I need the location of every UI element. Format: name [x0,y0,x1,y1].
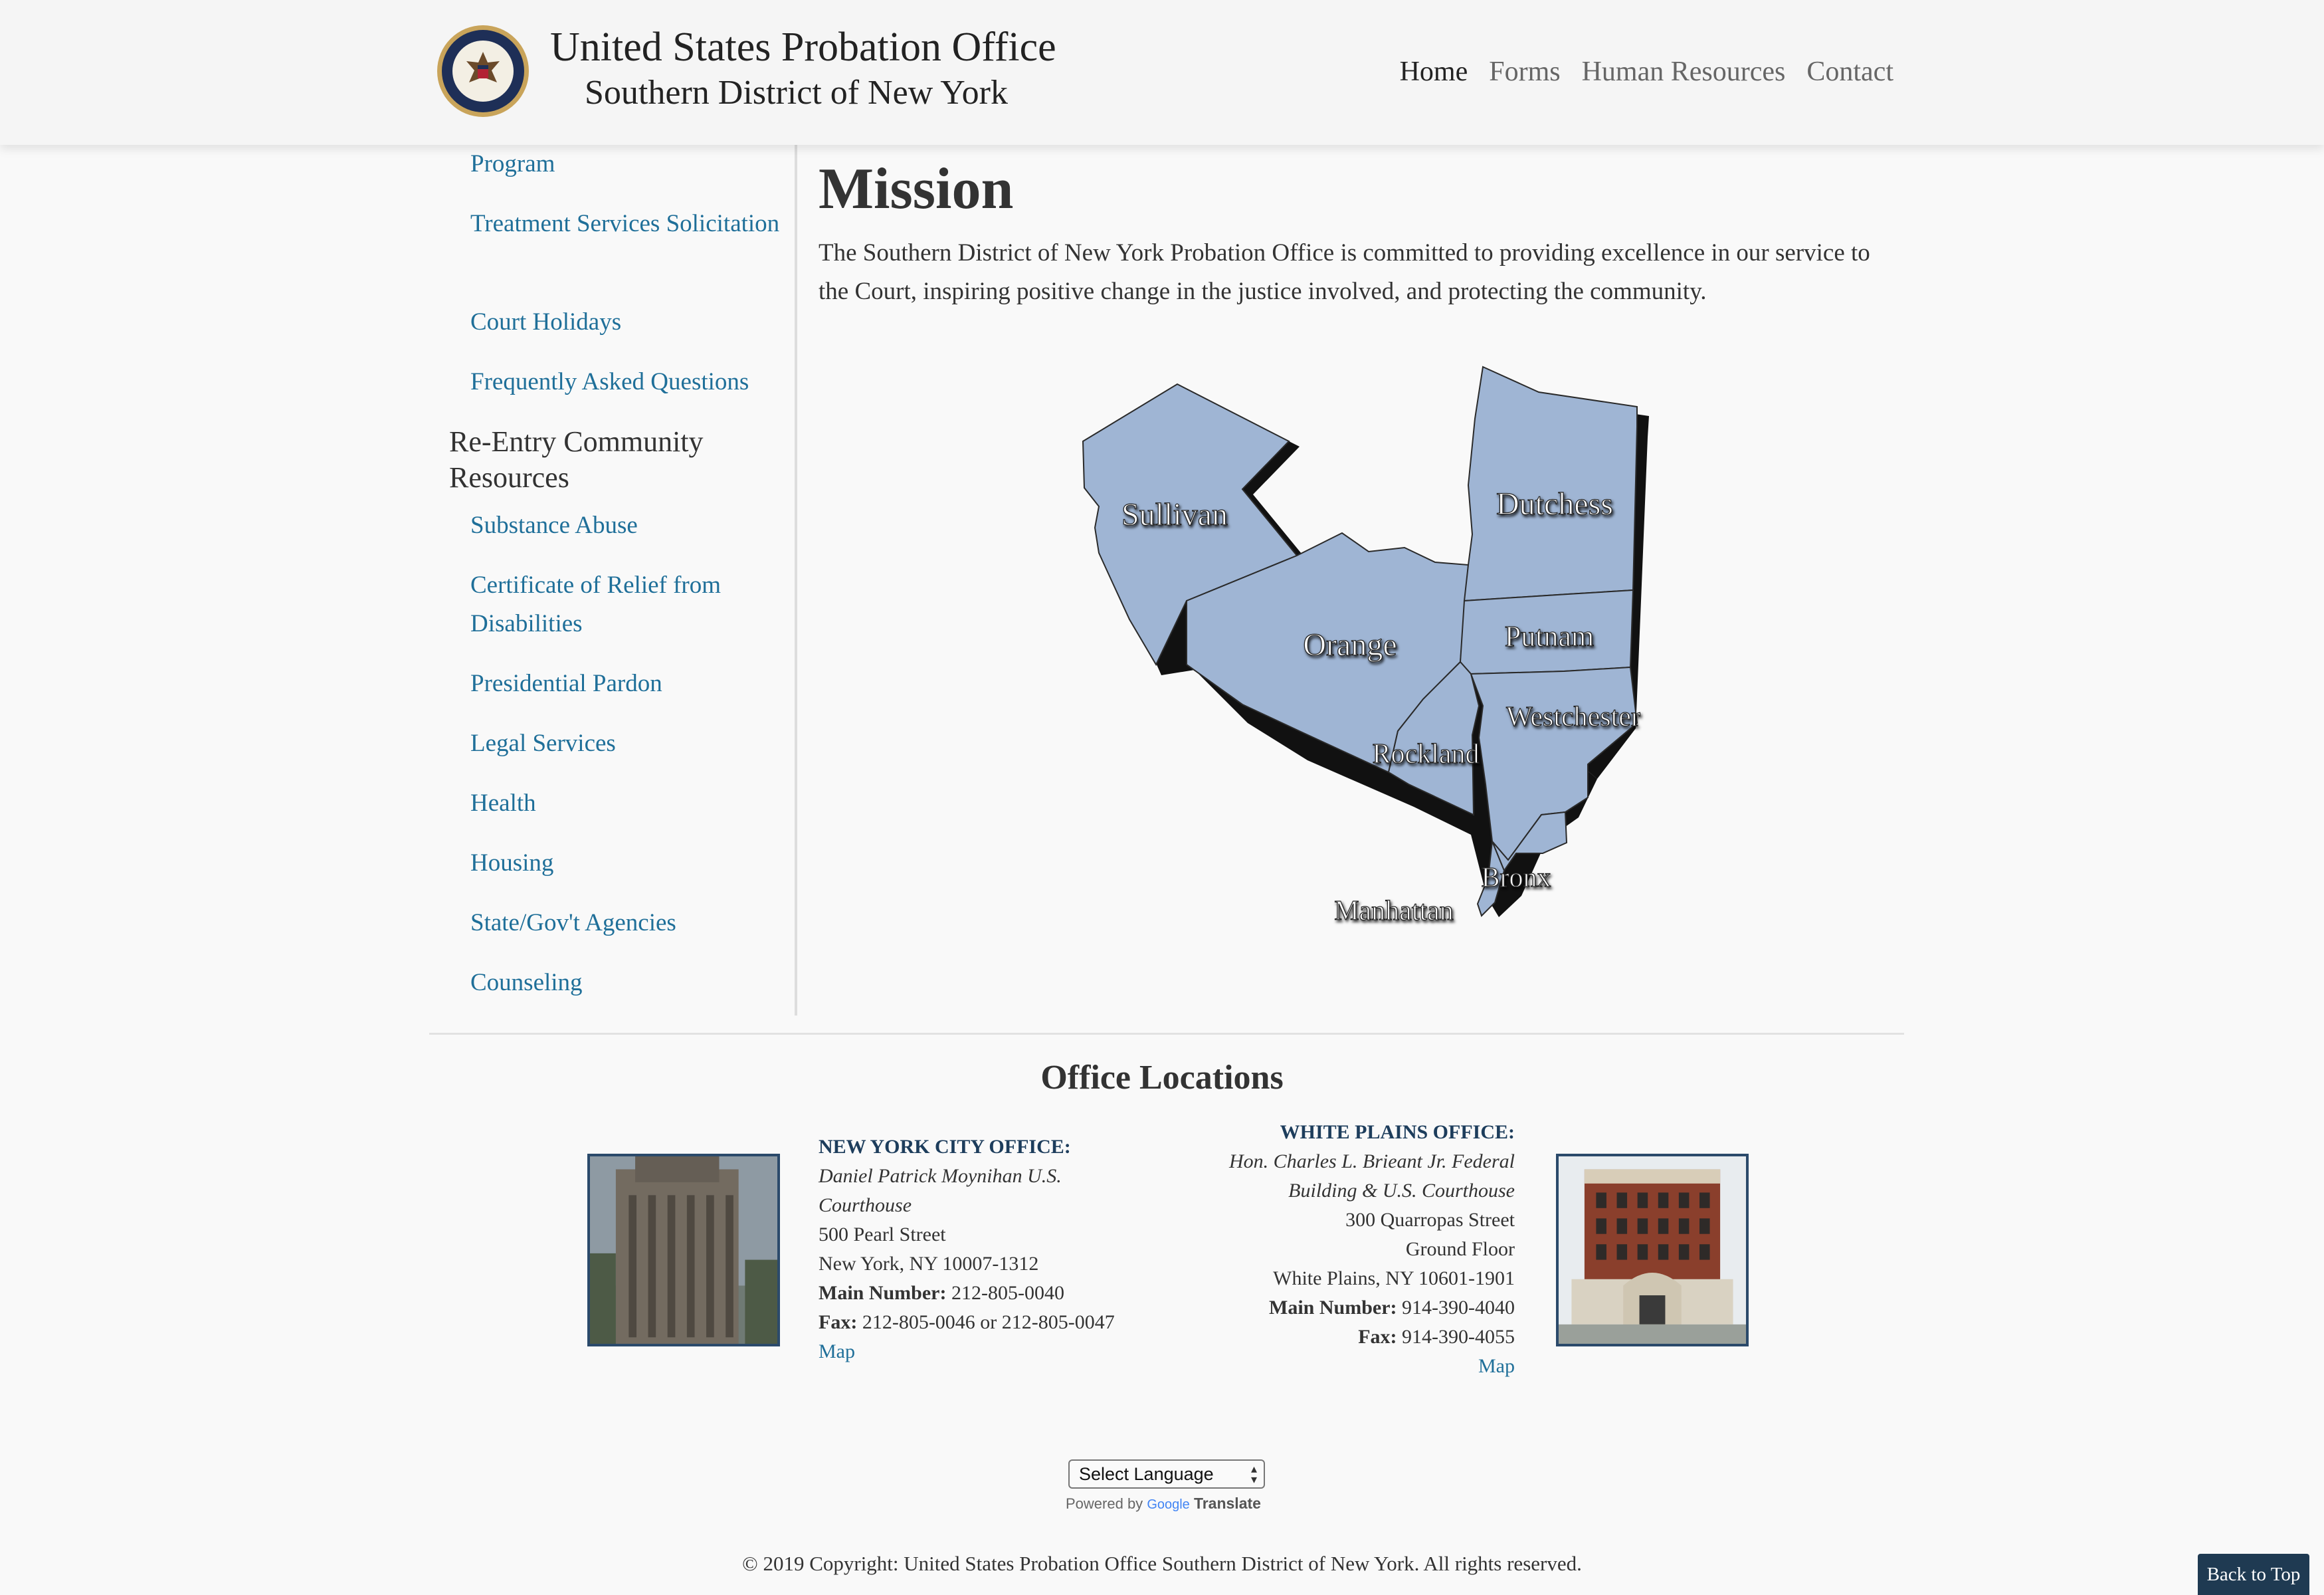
district-map[interactable]: Sullivan Dutchess Orange Putnam Westches… [1036,359,1661,950]
site-header: United States Probation Office Southern … [0,0,2324,145]
wp-office-fax: Fax: 914-390-4055 [1358,1326,1515,1348]
nav-human-resources[interactable]: Human Resources [1582,52,1786,92]
map-label-manhattan: Manhattan [1334,896,1454,926]
nyc-office-main-number: Main Number: 212-805-0040 [819,1282,1064,1304]
dutchess-county [1463,366,1638,602]
wp-office-floor: Ground Floor [1405,1238,1515,1260]
wp-office-main-number: Main Number: 914-390-4040 [1269,1297,1515,1319]
nyc-office-building: Daniel Patrick Moynihan U.S. Courthouse [819,1165,1062,1216]
nav-home[interactable]: Home [1400,52,1468,92]
wp-office-info: WHITE PLAINS OFFICE: Hon. Charles L. Bri… [1196,1118,1515,1381]
sidebar-item-presidential-pardon[interactable]: Presidential Pardon [470,665,783,703]
nyc-office-city: New York, NY 10007-1312 [819,1253,1039,1275]
wp-office-name: WHITE PLAINS OFFICE: [1280,1121,1515,1143]
sidebar-item-health[interactable]: Health [470,784,783,823]
map-label-orange: Orange [1303,627,1397,663]
sidebar-item-faq[interactable]: Frequently Asked Questions [470,363,783,401]
sidebar-item-housing[interactable]: Housing [470,844,783,883]
wp-office-building: Hon. Charles L. Brieant Jr. Federal Buil… [1229,1150,1515,1202]
copyright: © 2019 Copyright: United States Probatio… [742,1552,1582,1575]
section-divider [429,1033,1904,1035]
wp-office-map-link[interactable]: Map [1196,1352,1515,1381]
sidebar-item-substance-abuse[interactable]: Substance Abuse [470,506,783,545]
language-select[interactable]: Select Language ▴ ▾ [1068,1459,1265,1489]
sidebar-item-certificate-of-relief[interactable]: Certificate of Relief from Disabilities [470,566,783,643]
wp-office-street: 300 Quarropas Street [1345,1209,1515,1231]
nyc-office-name: NEW YORK CITY OFFICE: [819,1136,1071,1158]
site-title[interactable]: United States Probation Office [550,23,1056,72]
page-title: Mission [819,157,1014,221]
nyc-office-fax: Fax: 212-805-0046 or 212-805-0047 [819,1311,1115,1333]
white-plains-courthouse-photo [1556,1154,1749,1346]
map-label-putnam: Putnam [1505,620,1594,653]
seal-logo-icon[interactable] [436,24,530,118]
nyc-office-info: NEW YORK CITY OFFICE: Daniel Patrick Moy… [819,1132,1137,1366]
map-label-bronx: Bronx [1482,863,1551,893]
map-label-westchester: Westchester [1506,702,1640,732]
nyc-office-map-link[interactable]: Map [819,1337,1137,1366]
map-label-rockland: Rockland [1373,739,1480,770]
mission-statement: The Southern District of New York Probat… [819,239,1870,305]
back-to-top-button[interactable]: Back to Top [2198,1554,2309,1595]
sidebar-item-program[interactable]: Program [470,145,783,183]
select-arrows-icon: ▴ ▾ [1250,1462,1257,1486]
nyc-office-street: 500 Pearl Street [819,1223,946,1245]
map-label-dutchess: Dutchess [1496,486,1613,522]
main-nav: Home Forms Human Resources Contact [1379,52,1893,92]
sidebar-item-counseling[interactable]: Counseling [470,964,783,1002]
nyc-courthouse-photo [587,1154,780,1346]
sidebar-item-treatment-services[interactable]: Treatment Services Solicitation [470,205,783,243]
google-logo-icon: Google [1147,1497,1190,1512]
site-subtitle[interactable]: Southern District of New York [585,72,1008,114]
sidebar-heading-reentry: Re-Entry Community Resources [449,425,704,494]
office-locations-title: Office Locations [1040,1059,1284,1097]
nav-contact[interactable]: Contact [1806,52,1893,92]
sidebar-item-court-holidays[interactable]: Court Holidays [470,303,783,342]
map-label-sullivan: Sullivan [1121,497,1228,532]
sidebar: Program Treatment Services Solicitation … [425,145,797,1015]
wp-office-city: White Plains, NY 10601-1901 [1273,1267,1515,1289]
sidebar-item-legal-services[interactable]: Legal Services [470,724,783,763]
sidebar-item-state-gov-agencies[interactable]: State/Gov't Agencies [470,904,783,942]
powered-by-google-translate: Powered by Google Translate [1066,1495,1261,1512]
nav-forms[interactable]: Forms [1489,52,1560,92]
